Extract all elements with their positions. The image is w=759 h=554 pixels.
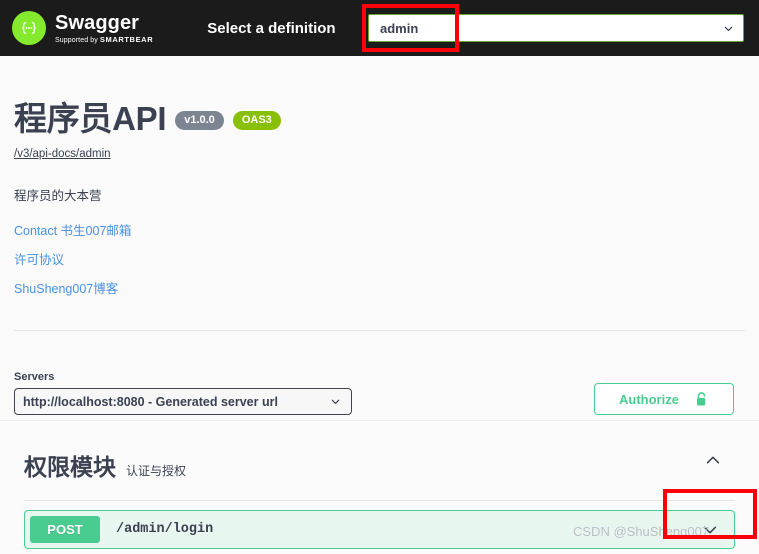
definition-select-value: admin <box>380 20 419 36</box>
swagger-logo-text: Swagger Supported by SMARTBEAR <box>55 13 153 44</box>
servers-label: Servers <box>14 371 55 383</box>
tag-description: 认证与授权 <box>126 464 187 478</box>
api-description: 程序员的大本营 <box>14 189 102 203</box>
swagger-braces-icon <box>12 11 46 45</box>
chevron-down-icon <box>331 399 340 405</box>
server-select[interactable]: http://localhost:8080 - Generated server… <box>14 388 352 415</box>
api-info-section: 程序员API v1.0.0 OAS3 /v3/api-docs/admin 程序… <box>0 56 759 452</box>
oas-badge: OAS3 <box>232 110 281 130</box>
supported-by-text: Supported by <box>55 36 98 44</box>
api-docs-url-link[interactable]: /v3/api-docs/admin <box>14 148 745 160</box>
smartbear-brand: SMARTBEAR <box>99 34 154 44</box>
definition-select[interactable]: admin <box>368 14 744 42</box>
server-select-value: http://localhost:8080 - Generated server… <box>23 394 278 409</box>
tag-rule <box>24 500 735 501</box>
tag-name: 权限模块 <box>24 454 116 480</box>
version-badge: v1.0.0 <box>175 110 224 130</box>
servers-block: Servers http://localhost:8080 - Generate… <box>14 371 352 415</box>
authorize-button[interactable]: Authorize <box>594 383 734 415</box>
license-link[interactable]: 许可协议 <box>14 249 745 268</box>
swagger-supported-by: Supported by SMARTBEAR <box>55 34 154 44</box>
api-title-row: 程序员API v1.0.0 OAS3 <box>14 56 745 140</box>
authorize-button-label: Authorize <box>619 391 679 407</box>
contact-link[interactable]: Contact 书生007邮箱 <box>14 220 745 239</box>
tag-header[interactable]: 权限模块 认证与授权 <box>0 421 759 482</box>
operation-method-badge: POST <box>30 516 100 543</box>
topbar: Swagger Supported by SMARTBEAR Select a … <box>0 0 759 56</box>
api-info-links: Contact 书生007邮箱 许可协议 ShuSheng007博客 <box>14 220 745 297</box>
unlocked-padlock-icon <box>696 391 706 405</box>
operation-path: /admin/login <box>116 522 214 537</box>
servers-row: Servers http://localhost:8080 - Generate… <box>14 331 745 415</box>
select-definition-label: Select a definition <box>207 19 336 37</box>
external-docs-link[interactable]: ShuSheng007博客 <box>14 278 745 297</box>
swagger-wordmark: Swagger <box>55 11 140 34</box>
swagger-logo[interactable]: Swagger Supported by SMARTBEAR <box>12 11 153 45</box>
chevron-up-icon[interactable] <box>704 451 722 469</box>
chevron-down-icon <box>724 26 733 31</box>
page-title: 程序员API <box>14 100 167 137</box>
watermark: CSDN @ShuSheng007 <box>573 524 710 539</box>
